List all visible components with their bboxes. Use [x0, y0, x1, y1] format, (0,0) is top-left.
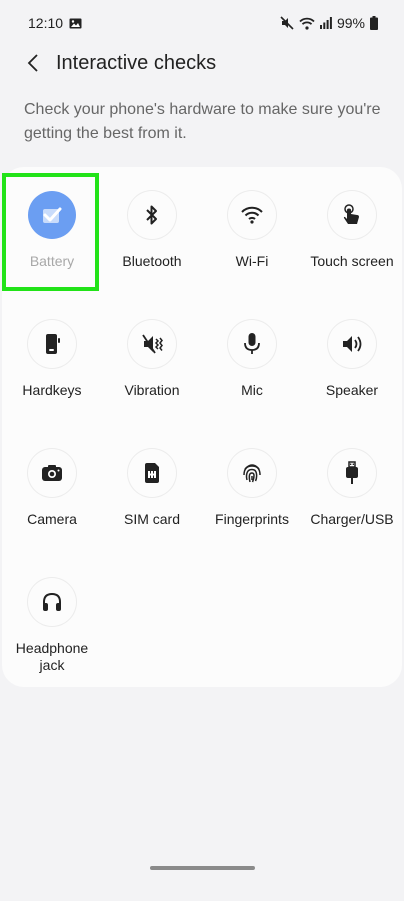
- check-item-touch-screen[interactable]: Touch screen: [302, 167, 402, 287]
- vibration-icon: [128, 320, 176, 368]
- check-item-mic[interactable]: Mic: [202, 296, 302, 416]
- page-description: Check your phone's hardware to make sure…: [24, 101, 381, 142]
- battery-check-icon: [28, 191, 76, 239]
- signal-icon: [319, 17, 332, 29]
- check-label: Wi-Fi: [235, 253, 269, 269]
- hardkeys-icon: [28, 320, 76, 368]
- battery-icon: [370, 16, 378, 30]
- back-button[interactable]: [18, 48, 48, 78]
- check-label: Headphone jack: [15, 640, 89, 673]
- check-label: Touch screen: [310, 253, 394, 269]
- check-label: Battery: [29, 253, 75, 269]
- check-label: Speaker: [325, 382, 379, 398]
- wifi-status-icon: [299, 17, 315, 30]
- page-title: Interactive checks: [56, 51, 217, 74]
- check-item-bluetooth[interactable]: Bluetooth: [102, 167, 202, 287]
- chevron-left-icon: [27, 54, 38, 72]
- check-item-sim-card[interactable]: SIM card: [102, 425, 202, 545]
- check-label: Camera: [27, 511, 77, 527]
- camera-icon: [28, 449, 76, 497]
- bluetooth-icon: [128, 191, 176, 239]
- checks-card: Battery Bluetooth Wi-Fi Touch screen Har: [2, 167, 402, 687]
- check-label: Fingerprints: [215, 511, 289, 527]
- check-label: Hardkeys: [22, 382, 82, 398]
- check-item-speaker[interactable]: Speaker: [302, 296, 402, 416]
- gallery-notification-icon: [69, 18, 82, 29]
- wifi-icon: [228, 191, 276, 239]
- check-item-battery[interactable]: Battery: [2, 167, 102, 287]
- check-label: SIM card: [123, 511, 180, 527]
- status-left: 12:10: [28, 15, 82, 31]
- headphone-icon: [28, 578, 76, 626]
- usb-icon: [328, 449, 376, 497]
- speaker-icon: [328, 320, 376, 368]
- gesture-nav-bar[interactable]: [150, 866, 255, 870]
- checks-grid: Battery Bluetooth Wi-Fi Touch screen Har: [2, 167, 402, 687]
- battery-percent: 99%: [336, 15, 365, 31]
- check-label: Charger/USB: [310, 511, 394, 527]
- status-time: 12:10: [28, 15, 64, 31]
- check-label: Bluetooth: [122, 253, 182, 269]
- check-item-hardkeys[interactable]: Hardkeys: [2, 296, 102, 416]
- touch-icon: [328, 191, 376, 239]
- check-item-headphone-jack[interactable]: Headphone jack: [2, 554, 102, 674]
- app-header: Interactive checks: [0, 40, 404, 86]
- check-item-charger-usb[interactable]: Charger/USB: [302, 425, 402, 545]
- status-right: 99%: [280, 15, 378, 31]
- check-item-vibration[interactable]: Vibration: [102, 296, 202, 416]
- check-item-fingerprints[interactable]: Fingerprints: [202, 425, 302, 545]
- check-label: Vibration: [124, 382, 180, 398]
- sim-card-icon: [128, 449, 176, 497]
- mic-icon: [228, 320, 276, 368]
- mute-icon: [280, 16, 294, 30]
- check-label: Mic: [241, 382, 263, 398]
- fingerprint-icon: [228, 449, 276, 497]
- check-item-wifi[interactable]: Wi-Fi: [202, 167, 302, 287]
- check-item-camera[interactable]: Camera: [2, 425, 102, 545]
